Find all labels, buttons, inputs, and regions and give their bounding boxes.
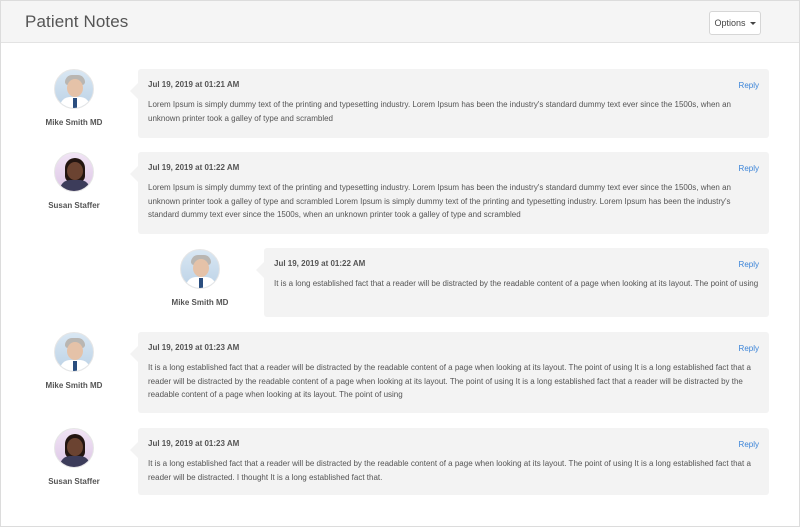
note-text: Lorem Ipsum is simply dummy text of the …	[148, 100, 731, 123]
author-name: Susan Staffer	[48, 477, 100, 486]
doctor-avatar	[54, 69, 94, 109]
note-timestamp: Jul 19, 2019 at 01:21 AM	[148, 80, 240, 89]
note-timestamp: Jul 19, 2019 at 01:22 AM	[148, 163, 240, 172]
staff-avatar	[54, 152, 94, 192]
author-name: Mike Smith MD	[171, 298, 229, 307]
reply-link[interactable]: Reply	[739, 260, 759, 269]
note-text: It is a long established fact that a rea…	[274, 279, 759, 288]
patient-notes-panel: Patient Notes Options Mike Smith MD Jul …	[0, 0, 800, 527]
note-text: It is a long established fact that a rea…	[148, 363, 751, 399]
note-author: Mike Smith MD	[24, 69, 124, 127]
note-timestamp: Jul 19, 2019 at 01:23 AM	[148, 439, 240, 448]
note-text: Lorem Ipsum is simply dummy text of the …	[148, 183, 731, 219]
note-text: It is a long established fact that a rea…	[148, 459, 751, 482]
doctor-avatar	[54, 332, 94, 372]
reply-link[interactable]: Reply	[739, 164, 759, 173]
reply-link[interactable]: Reply	[739, 81, 759, 90]
note-bubble: Jul 19, 2019 at 01:23 AM Reply It is a l…	[130, 332, 769, 413]
options-dropdown-button[interactable]: Options	[709, 11, 761, 35]
panel-header: Patient Notes Options	[1, 1, 799, 43]
author-name: Susan Staffer	[48, 201, 100, 210]
reply-link[interactable]: Reply	[739, 440, 759, 449]
note-bubble: Jul 19, 2019 at 01:23 AM Reply It is a l…	[130, 428, 769, 495]
note-bubble: Jul 19, 2019 at 01:22 AM Reply Lorem Ips…	[130, 152, 769, 234]
note-bubble: Jul 19, 2019 at 01:21 AM Reply Lorem Ips…	[130, 69, 769, 138]
options-label: Options	[714, 18, 746, 28]
author-name: Mike Smith MD	[45, 118, 103, 127]
note-timestamp: Jul 19, 2019 at 01:22 AM	[274, 259, 366, 268]
staff-avatar	[54, 428, 94, 468]
note-timestamp: Jul 19, 2019 at 01:23 AM	[148, 343, 240, 352]
note-author: Mike Smith MD	[150, 249, 250, 307]
page-title: Patient Notes	[25, 12, 129, 31]
note-author: Mike Smith MD	[24, 332, 124, 390]
reply-link[interactable]: Reply	[739, 344, 759, 353]
caret-down-icon	[749, 21, 756, 25]
author-name: Mike Smith MD	[45, 381, 103, 390]
note-author: Susan Staffer	[24, 152, 124, 210]
note-author: Susan Staffer	[24, 428, 124, 486]
doctor-avatar	[180, 249, 220, 289]
note-bubble: Jul 19, 2019 at 01:22 AM Reply It is a l…	[256, 248, 769, 317]
